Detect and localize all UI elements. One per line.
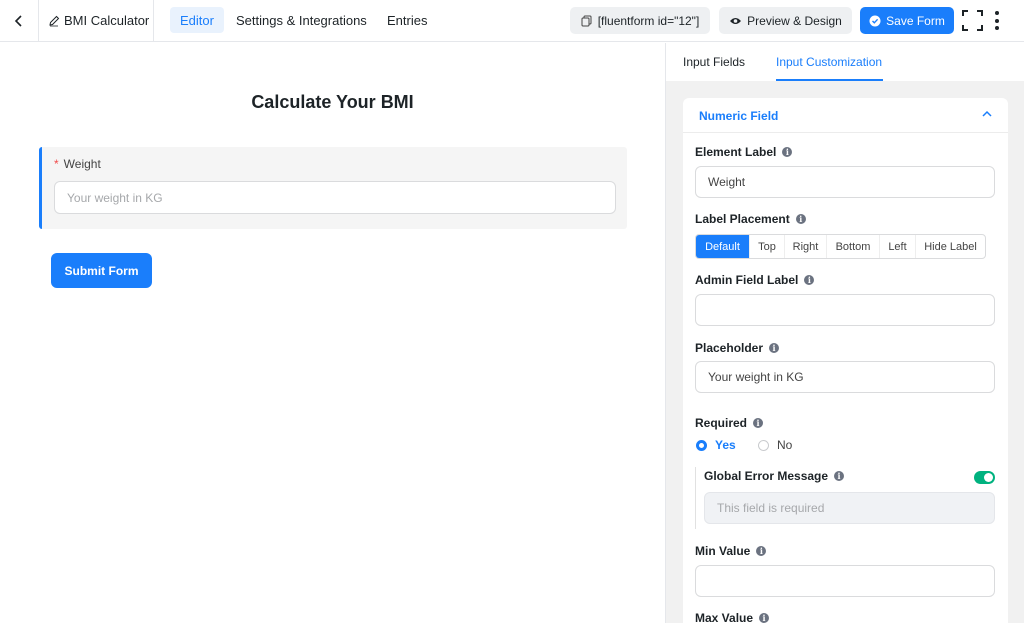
element-label-heading: Element Label i (695, 145, 793, 159)
global-error-text: Global Error Message (704, 469, 829, 483)
check-circle-icon (869, 15, 881, 26)
placement-option-left[interactable]: Left (880, 235, 916, 258)
required-asterisk: * (54, 157, 59, 171)
weight-field-label: * Weight (54, 157, 101, 171)
tab-entries[interactable]: Entries (377, 7, 437, 33)
admin-field-label-heading: Admin Field Label i (695, 273, 815, 287)
chevron-up-icon[interactable] (981, 109, 993, 119)
min-value-text: Min Value (695, 544, 751, 558)
info-icon[interactable]: i (759, 613, 770, 623)
pencil-icon (48, 15, 60, 27)
label-placement-heading: Label Placement i (695, 212, 806, 226)
tab-settings-integrations[interactable]: Settings & Integrations (226, 7, 377, 33)
placeholder-heading: Placeholder i (695, 341, 780, 355)
min-value-heading: Min Value i (695, 544, 767, 558)
weight-field-block[interactable]: * Weight Your weight in KG (39, 147, 627, 229)
section-header[interactable]: Numeric Field (683, 98, 1008, 133)
form-name-label: BMI Calculator (64, 13, 150, 28)
shortcode-button[interactable]: [fluentform id="12"] (570, 7, 710, 34)
active-tab-indicator (776, 79, 883, 81)
numeric-field-card: Numeric Field Element Label i Weight Labe… (683, 98, 1008, 638)
copy-icon (581, 15, 592, 26)
admin-field-label-text: Admin Field Label (695, 273, 799, 287)
preview-label: Preview & Design (747, 13, 842, 28)
save-label: Save Form (886, 13, 945, 28)
form-title: Calculate Your BMI (251, 92, 414, 112)
chevron-left-icon (14, 14, 22, 27)
radio-unselected-icon (758, 439, 769, 451)
required-yes-label: Yes (715, 438, 736, 452)
placement-option-default[interactable]: Default (696, 235, 750, 258)
info-icon[interactable]: i (769, 343, 780, 353)
shortcode-text: [fluentform id="12"] (597, 13, 700, 28)
tab-input-customization[interactable]: Input Customization (776, 55, 882, 69)
info-icon[interactable]: i (804, 275, 815, 285)
form-name[interactable]: BMI Calculator (39, 0, 154, 41)
info-icon[interactable]: i (756, 546, 767, 556)
required-heading: Required i (695, 416, 764, 430)
top-bar: BMI Calculator Editor Settings & Integra… (0, 0, 1024, 42)
placement-option-hide-label[interactable]: Hide Label (916, 235, 985, 258)
save-form-button[interactable]: Save Form (860, 7, 954, 34)
preview-design-button[interactable]: Preview & Design (719, 7, 852, 34)
tab-editor[interactable]: Editor (170, 7, 224, 33)
radio-selected-icon (696, 439, 707, 451)
global-error-toggle[interactable] (974, 471, 995, 484)
global-error-input[interactable]: This field is required (704, 492, 995, 524)
back-button[interactable] (0, 0, 39, 41)
settings-panel: Input Fields Input Customization Numeric… (665, 43, 1024, 638)
error-message-group-border (695, 467, 698, 529)
global-error-heading: Global Error Message i (704, 469, 845, 483)
required-text: Required (695, 416, 748, 430)
submit-form-button[interactable]: Submit Form (51, 253, 152, 288)
admin-field-label-input[interactable] (695, 294, 995, 326)
placeholder-text: Placeholder (695, 341, 764, 355)
weight-input[interactable]: Your weight in KG (54, 181, 616, 214)
placement-option-top[interactable]: Top (750, 235, 785, 258)
fullscreen-icon[interactable] (962, 10, 983, 31)
required-yes-radio[interactable]: Yes (696, 438, 736, 452)
eye-icon (730, 17, 742, 24)
label-placement-control: Default Top Right Bottom Left Hide Label (695, 234, 986, 259)
section-title: Numeric Field (699, 109, 779, 123)
element-label-input[interactable]: Weight (695, 166, 995, 198)
more-options-icon[interactable] (991, 10, 1003, 31)
required-no-radio[interactable]: No (758, 438, 792, 452)
info-icon[interactable]: i (834, 471, 845, 481)
element-label-text: Element Label (695, 145, 777, 159)
placeholder-input[interactable]: Your weight in KG (695, 361, 995, 393)
tab-input-fields[interactable]: Input Fields (683, 55, 745, 69)
weight-label-text: Weight (63, 157, 101, 171)
placement-option-right[interactable]: Right (785, 235, 827, 258)
info-icon[interactable]: i (753, 418, 764, 428)
min-value-input[interactable] (695, 565, 995, 597)
placement-option-bottom[interactable]: Bottom (827, 235, 880, 258)
info-icon[interactable]: i (795, 214, 806, 224)
info-icon[interactable]: i (782, 147, 793, 157)
form-canvas: Calculate Your BMI * Weight Your weight i… (0, 43, 665, 623)
panel-tabs: Input Fields Input Customization (666, 43, 1024, 81)
label-placement-text: Label Placement (695, 212, 790, 226)
required-no-label: No (777, 438, 793, 452)
